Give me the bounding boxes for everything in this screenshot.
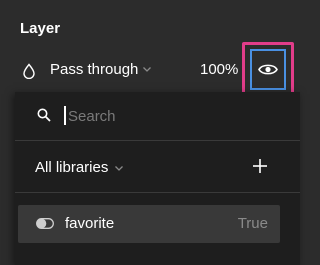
eye-icon	[258, 64, 278, 75]
chevron-down-icon[interactable]	[114, 164, 124, 172]
blend-mode-dropdown[interactable]: Pass through	[50, 61, 138, 78]
search-input[interactable]	[65, 104, 278, 128]
chevron-down-icon[interactable]	[142, 65, 152, 73]
divider	[15, 192, 300, 193]
divider	[15, 140, 300, 141]
search-row	[15, 92, 300, 140]
text-caret	[64, 106, 66, 125]
variable-row[interactable]: favorite True	[18, 205, 280, 243]
opacity-value[interactable]: 100%	[200, 61, 238, 78]
library-filter-dropdown[interactable]: All libraries	[35, 159, 108, 176]
libraries-row: All libraries	[15, 144, 300, 190]
variable-value: True	[237, 215, 268, 232]
variable-name: favorite	[65, 215, 115, 232]
drop-icon	[23, 63, 35, 79]
plus-icon[interactable]	[252, 158, 268, 174]
section-title: Layer	[20, 20, 61, 37]
layer-panel: Layer Pass through 100% All libraries	[0, 0, 300, 265]
search-icon	[37, 108, 51, 122]
visibility-toggle-button[interactable]	[250, 49, 286, 90]
boolean-toggle-icon	[36, 218, 54, 229]
variable-dropdown: All libraries favorite True	[15, 92, 300, 265]
